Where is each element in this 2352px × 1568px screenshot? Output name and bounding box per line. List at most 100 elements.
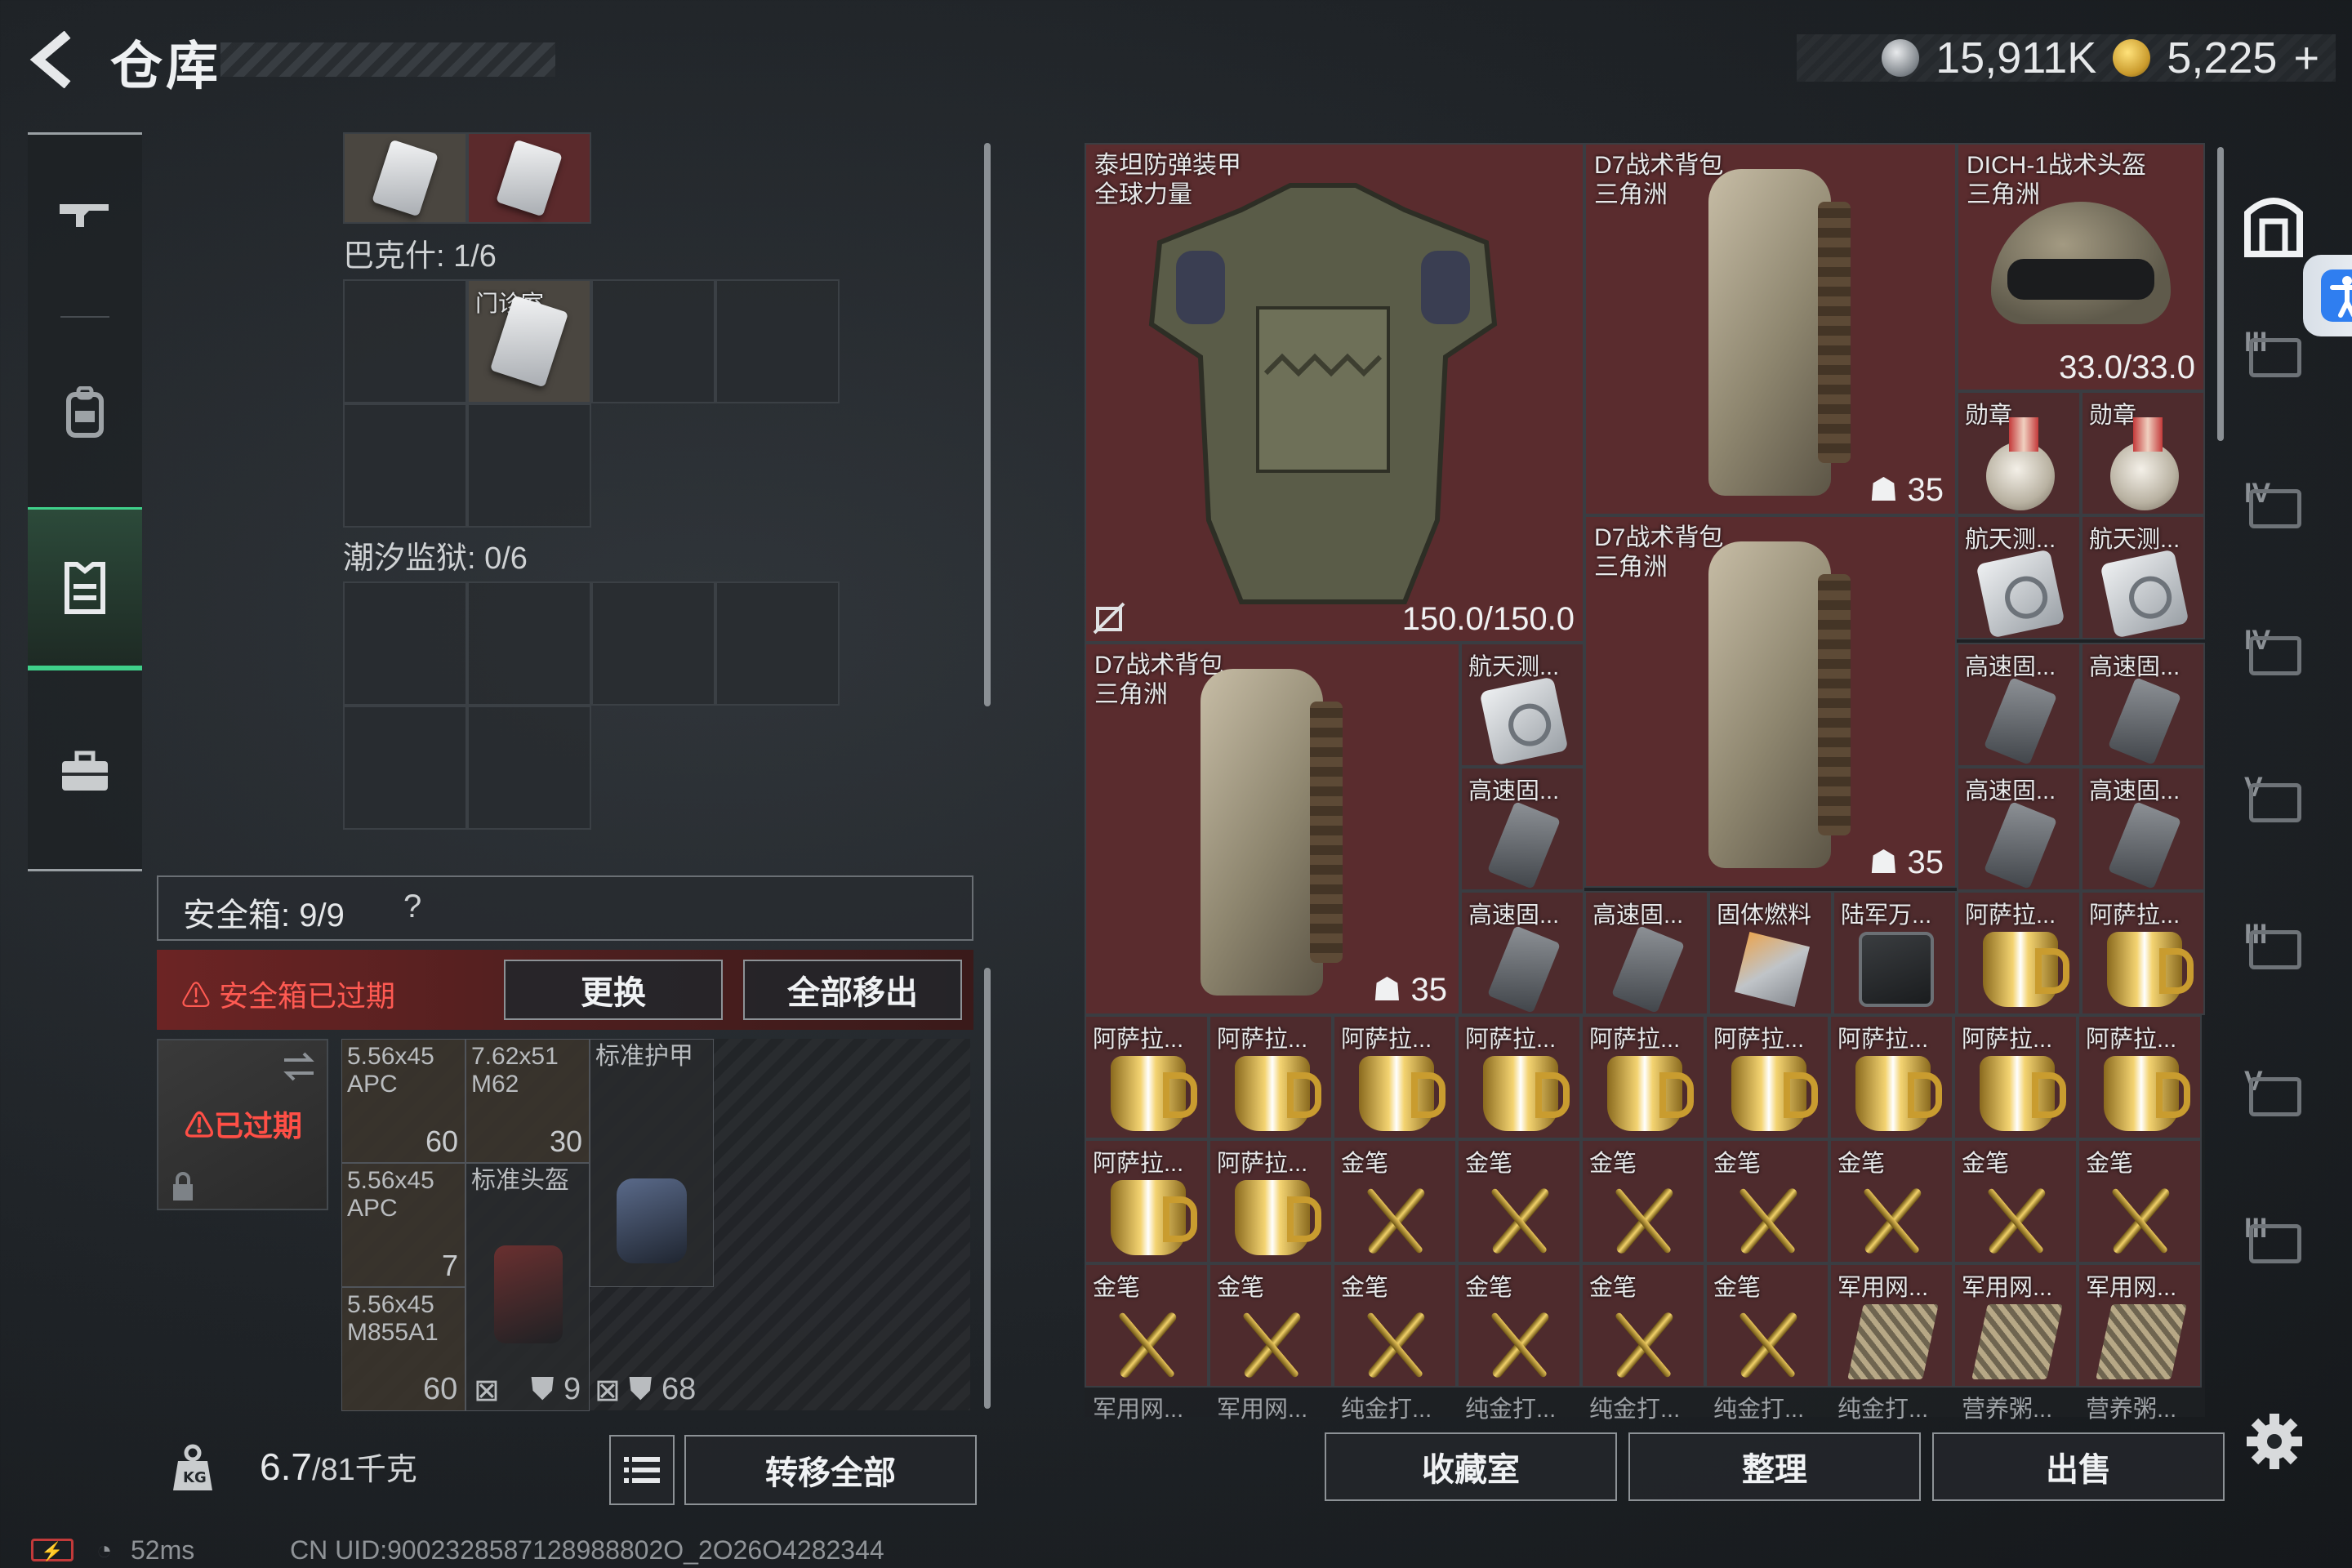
item-asala-mug[interactable]: 阿萨拉... bbox=[2081, 891, 2205, 1015]
item-medal[interactable]: 勋章 bbox=[2081, 391, 2205, 515]
item-d7-backpack[interactable]: D7战术背包 三角洲 ☗ 35 bbox=[1584, 515, 1957, 888]
item-asala-mug[interactable]: 阿萨拉... bbox=[1209, 1139, 1333, 1263]
helmet-icon bbox=[494, 1245, 563, 1343]
collection-room-button[interactable]: 收藏室 bbox=[1325, 1432, 1617, 1501]
net-icon bbox=[2096, 1304, 2187, 1379]
item-d7-backpack[interactable]: D7战术背包 三角洲 ☗ 35 bbox=[1085, 643, 1460, 1015]
item-ssd[interactable]: 高速固... bbox=[1584, 891, 1708, 1015]
item-ssd[interactable]: 高速固... bbox=[1460, 891, 1584, 1015]
item-ssd[interactable]: 高速固... bbox=[1460, 767, 1584, 891]
item-gold-pen[interactable]: 金笔 bbox=[1705, 1263, 1829, 1388]
sell-button[interactable]: 出售 bbox=[1932, 1432, 2225, 1501]
item-titan-armor[interactable]: 泰坦防弹装甲 全球力量 150.0/150.0 bbox=[1085, 143, 1584, 643]
item-gold-pen[interactable]: 金笔 bbox=[1705, 1139, 1829, 1263]
safehouse-icon[interactable] bbox=[2239, 189, 2308, 257]
container-slot[interactable] bbox=[343, 403, 467, 528]
container-scrollbar[interactable] bbox=[984, 143, 991, 706]
item-gold-pen[interactable]: 金笔 bbox=[1581, 1139, 1705, 1263]
tier-4-storage-icon[interactable]: IV bbox=[2244, 478, 2306, 535]
item-gold-pen[interactable]: 金笔 bbox=[1457, 1263, 1581, 1388]
item-gold-pen[interactable]: 金笔 bbox=[1085, 1263, 1209, 1388]
container-item[interactable]: 门诊室 bbox=[467, 279, 591, 403]
item-ssd[interactable]: 高速固... bbox=[2081, 767, 2205, 891]
transfer-all-button[interactable]: 转移全部 bbox=[684, 1435, 977, 1505]
item-gold-pen[interactable]: 金笔 bbox=[2078, 1139, 2202, 1263]
help-icon[interactable]: ? bbox=[403, 889, 421, 925]
nav-weapons[interactable] bbox=[28, 135, 142, 298]
item-name: 金笔 bbox=[1589, 1275, 1637, 1301]
nav-briefcase[interactable] bbox=[28, 690, 142, 853]
safe-item[interactable]: 标准护甲 bbox=[590, 1039, 714, 1287]
item-ssd[interactable]: 高速固... bbox=[1957, 767, 2081, 891]
replace-button[interactable]: 更换 bbox=[504, 960, 723, 1020]
nav-vest[interactable] bbox=[28, 507, 142, 670]
item-asala-mug[interactable]: 阿萨拉... bbox=[1705, 1015, 1829, 1139]
container-slot[interactable] bbox=[343, 706, 467, 830]
item-gold-pen[interactable]: 金笔 bbox=[1581, 1263, 1705, 1388]
item-ssd[interactable]: 高速固... bbox=[2081, 643, 2205, 767]
tier-5-gear-icon[interactable]: V bbox=[2244, 1066, 2306, 1123]
back-arrow-icon[interactable] bbox=[24, 31, 82, 88]
container-top-row bbox=[343, 132, 591, 224]
container-slot[interactable] bbox=[343, 279, 467, 403]
item-asala-mug[interactable]: 阿萨拉... bbox=[1085, 1139, 1209, 1263]
accessibility-button[interactable] bbox=[2303, 255, 2352, 336]
item-asala-mug[interactable]: 阿萨拉... bbox=[2078, 1015, 2202, 1139]
container-slot[interactable] bbox=[591, 279, 715, 403]
item-aerospace-disk[interactable]: 航天测... bbox=[2081, 515, 2205, 639]
container-slot[interactable] bbox=[467, 581, 591, 706]
gear-icon[interactable] bbox=[2242, 1409, 2307, 1474]
tier-3-storage-icon[interactable]: III bbox=[2244, 327, 2306, 384]
item-military-net[interactable]: 军用网... bbox=[1953, 1263, 2078, 1388]
container-slot[interactable] bbox=[591, 581, 715, 706]
item-ssd[interactable]: 高速固... bbox=[1957, 643, 2081, 767]
container-slot[interactable] bbox=[715, 279, 840, 403]
item-medal[interactable]: 勋章 bbox=[1957, 391, 2081, 515]
safe-item[interactable]: 5.56x45 APC 7 bbox=[341, 1163, 466, 1287]
safe-item[interactable]: 5.56x45 APC 60 bbox=[341, 1039, 466, 1163]
container-slot[interactable] bbox=[467, 706, 591, 830]
pen-icon bbox=[1483, 1304, 1558, 1379]
safe-item[interactable]: 7.62x51 M62 30 bbox=[466, 1039, 590, 1163]
item-asala-mug[interactable]: 阿萨拉... bbox=[1085, 1015, 1209, 1139]
list-view-button[interactable] bbox=[609, 1435, 675, 1505]
remove-all-button[interactable]: 全部移出 bbox=[743, 960, 962, 1020]
item-asala-mug[interactable]: 阿萨拉... bbox=[1957, 891, 2081, 1015]
item-asala-mug[interactable]: 阿萨拉... bbox=[1953, 1015, 2078, 1139]
item-asala-mug[interactable]: 阿萨拉... bbox=[1209, 1015, 1333, 1139]
item-military-net[interactable]: 军用网... bbox=[1829, 1263, 1953, 1388]
container-slot[interactable] bbox=[467, 132, 591, 224]
tier-5-storage-icon[interactable]: V bbox=[2244, 772, 2306, 829]
sort-button[interactable]: 整理 bbox=[1628, 1432, 1921, 1501]
item-gold-pen[interactable]: 金笔 bbox=[1829, 1139, 1953, 1263]
container-slot[interactable] bbox=[467, 403, 591, 528]
item-gold-pen[interactable]: 金笔 bbox=[1457, 1139, 1581, 1263]
item-d7-backpack[interactable]: D7战术背包 三角洲 ☗ 35 bbox=[1584, 143, 1957, 515]
weight-unit: 千克 bbox=[354, 1453, 417, 1487]
item-solid-fuel[interactable]: 固体燃料 bbox=[1708, 891, 1833, 1015]
item-gold-pen[interactable]: 金笔 bbox=[1333, 1263, 1457, 1388]
container-slot[interactable] bbox=[343, 581, 467, 706]
item-asala-mug[interactable]: 阿萨拉... bbox=[1581, 1015, 1705, 1139]
plus-icon[interactable]: + bbox=[2293, 33, 2319, 83]
tier-4-medical-icon[interactable]: IV bbox=[2244, 625, 2306, 682]
item-gold-pen[interactable]: 金笔 bbox=[1953, 1139, 2078, 1263]
safe-scrollbar[interactable] bbox=[984, 968, 991, 1409]
item-asala-mug[interactable]: 阿萨拉... bbox=[1333, 1015, 1457, 1139]
nav-backpack[interactable] bbox=[28, 331, 142, 494]
container-slot[interactable] bbox=[715, 581, 840, 706]
tier-3-extra-icon[interactable]: III bbox=[2244, 1213, 2306, 1270]
item-asala-mug[interactable]: 阿萨拉... bbox=[1457, 1015, 1581, 1139]
tier-3-gear-icon[interactable]: III bbox=[2244, 919, 2306, 976]
item-aerospace-disk[interactable]: 航天测... bbox=[1957, 515, 2081, 639]
container-slot[interactable] bbox=[343, 132, 467, 224]
item-aerospace-disk[interactable]: 航天测... bbox=[1460, 643, 1584, 767]
item-military-net[interactable]: 军用网... bbox=[2078, 1263, 2202, 1388]
item-asala-mug[interactable]: 阿萨拉... bbox=[1829, 1015, 1953, 1139]
item-army-radio[interactable]: 陆军万... bbox=[1833, 891, 1957, 1015]
safe-box-card[interactable]: ⚠已过期 bbox=[157, 1039, 328, 1210]
item-gold-pen[interactable]: 金笔 bbox=[1333, 1139, 1457, 1263]
item-name: 阿萨拉... bbox=[1341, 1027, 1432, 1053]
item-gold-pen[interactable]: 金笔 bbox=[1209, 1263, 1333, 1388]
item-dich1-helmet[interactable]: DICH-1战术头盔 三角洲 33.0/33.0 bbox=[1957, 143, 2205, 391]
